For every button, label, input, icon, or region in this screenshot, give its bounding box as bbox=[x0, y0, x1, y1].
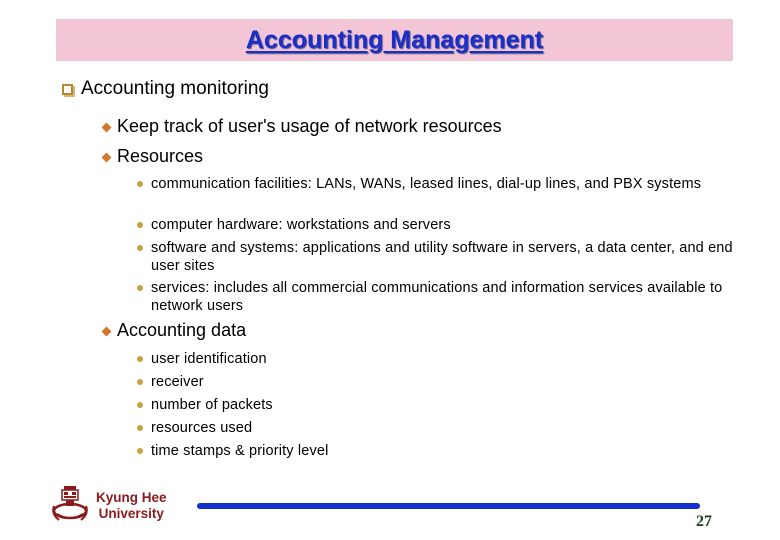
sub-bullet-text: receiver bbox=[151, 374, 204, 390]
diamond-bullet-icon bbox=[101, 152, 112, 162]
sub-bullet-text: software and systems: applications and u… bbox=[151, 240, 733, 274]
sub-bullet-text: services: includes all commercial commun… bbox=[151, 280, 723, 314]
sub-bullet-item: user identification bbox=[137, 350, 737, 368]
sub-bullet-item: software and systems: applications and u… bbox=[137, 239, 737, 275]
university-name-line1: Kyung Hee bbox=[96, 490, 167, 505]
bullet-item: Accounting data bbox=[101, 320, 247, 341]
dot-bullet-icon bbox=[137, 379, 143, 385]
diamond-bullet-icon bbox=[101, 326, 112, 336]
sub-bullet-item: number of packets bbox=[137, 396, 737, 414]
slide-title: Accounting Management bbox=[245, 25, 544, 54]
university-name-line2: University bbox=[98, 506, 164, 521]
footer-divider bbox=[197, 503, 700, 509]
dot-bullet-icon bbox=[137, 245, 143, 251]
university-name: Kyung Hee University bbox=[96, 490, 167, 522]
dot-bullet-icon bbox=[137, 285, 143, 291]
university-crest-icon bbox=[49, 484, 91, 524]
sub-bullet-text: resources used bbox=[151, 420, 253, 436]
page-number: 27 bbox=[696, 513, 712, 530]
bullet-item: Keep track of user's usage of network re… bbox=[101, 116, 502, 137]
sub-bullet-item: computer hardware: workstations and serv… bbox=[137, 216, 737, 234]
sub-bullet-item: communication facilities: LANs, WANs, le… bbox=[137, 175, 737, 193]
bullet-text: Keep track of user's usage of network re… bbox=[117, 116, 502, 136]
section-heading-text: Accounting monitoring bbox=[81, 78, 269, 99]
dot-bullet-icon bbox=[137, 402, 143, 408]
diamond-bullet-icon bbox=[101, 122, 112, 132]
sub-bullet-item: resources used bbox=[137, 419, 737, 437]
title-bar: Accounting Management bbox=[56, 19, 733, 61]
sub-bullet-text: user identification bbox=[151, 351, 267, 367]
sub-bullet-item: time stamps & priority level bbox=[137, 442, 737, 460]
square-bullet-icon bbox=[62, 83, 73, 95]
dot-bullet-icon bbox=[137, 222, 143, 228]
sub-bullet-text: computer hardware: workstations and serv… bbox=[151, 217, 451, 233]
sub-bullet-text: communication facilities: LANs, WANs, le… bbox=[151, 176, 702, 192]
bullet-item: Resources bbox=[101, 146, 204, 167]
dot-bullet-icon bbox=[137, 356, 143, 362]
sub-bullet-text: number of packets bbox=[151, 397, 273, 413]
sub-bullet-item: receiver bbox=[137, 373, 737, 391]
section-heading: Accounting monitoring bbox=[62, 78, 269, 100]
sub-bullet-text: time stamps & priority level bbox=[151, 443, 329, 459]
bullet-text: Resources bbox=[117, 146, 204, 166]
bullet-text: Accounting data bbox=[117, 320, 247, 340]
sub-bullet-item: services: includes all commercial commun… bbox=[137, 279, 737, 315]
dot-bullet-icon bbox=[137, 181, 143, 187]
dot-bullet-icon bbox=[137, 448, 143, 454]
dot-bullet-icon bbox=[137, 425, 143, 431]
